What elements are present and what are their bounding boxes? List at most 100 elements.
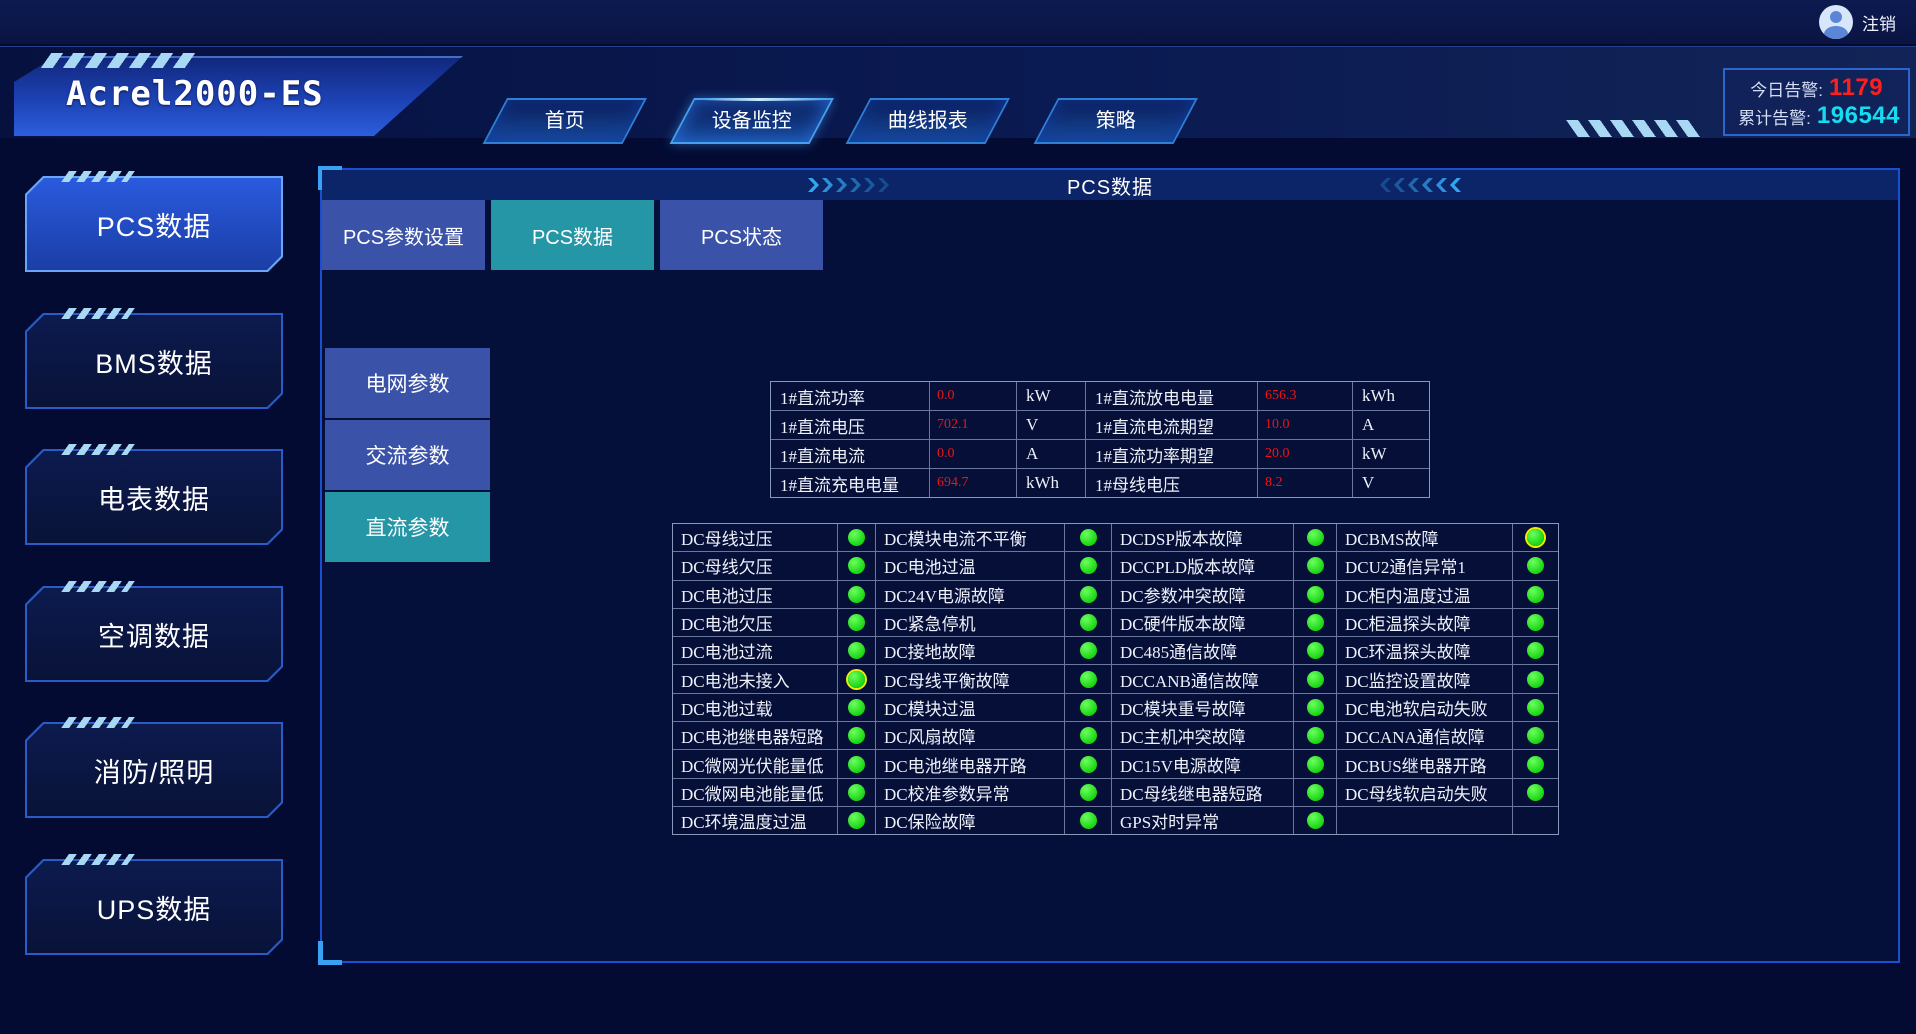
status-light-cell (1513, 722, 1558, 749)
status-light-cell (1513, 581, 1558, 608)
status-label: GPS对时异常 (1112, 807, 1293, 834)
green-light-icon (1527, 727, 1544, 744)
status-light-cell (1513, 552, 1558, 579)
status-label: DC电池未接入 (673, 665, 837, 692)
status-label: DC参数冲突故障 (1112, 581, 1293, 608)
green-light-icon (1080, 557, 1097, 574)
status-label: DC电池过载 (673, 694, 837, 721)
green-light-icon (1080, 756, 1097, 773)
dc-param-value: 656.3 (1258, 382, 1352, 410)
green-light-icon (848, 557, 865, 574)
hazard-stripes-icon (61, 444, 135, 455)
dc-param-value: 20.0 (1258, 440, 1352, 468)
status-label: DC硬件版本故障 (1112, 609, 1293, 636)
nav-tab-device-monitor[interactable]: 设备监控 (670, 98, 834, 144)
dc-param-unit: kWh (1353, 382, 1429, 410)
status-label: DC模块重号故障 (1112, 694, 1293, 721)
tab-pcs-status[interactable]: PCS状态 (660, 200, 823, 270)
sidebar-button-fire-lighting[interactable]: 消防/照明 (25, 722, 283, 818)
alarm-today-row: 今日告警: 1179 (1731, 74, 1900, 102)
tab-pcs-data[interactable]: PCS数据 (491, 200, 654, 270)
hazard-stripes-icon (41, 53, 200, 68)
sidebar-item-label: UPS数据 (27, 861, 281, 953)
sidebar-button-meter-data[interactable]: 电表数据 (25, 449, 283, 545)
status-light-cell (1065, 581, 1111, 608)
hazard-stripes-icon (61, 854, 135, 865)
dc-param-unit: V (1017, 411, 1085, 439)
status-label: DC微网光伏能量低 (673, 750, 837, 777)
sidebar-item-bms-data: BMS数据 (25, 313, 283, 409)
green-light-icon (1307, 727, 1324, 744)
green-light-icon (848, 529, 865, 546)
status-label: DC环温探头故障 (1337, 637, 1512, 664)
alarm-today-label: 今日告警: (1731, 76, 1823, 101)
corner-bracket-icon (318, 941, 342, 965)
chevrons-left-icon (1380, 178, 1461, 192)
status-label: DC电池过压 (673, 581, 837, 608)
dc-param-unit: A (1353, 411, 1429, 439)
alarm-today-value: 1179 (1829, 74, 1883, 102)
green-light-icon (1080, 614, 1097, 631)
dc-param-value: 694.7 (930, 469, 1016, 497)
chevrons-right-icon (808, 178, 889, 192)
param-button-ac-params[interactable]: 交流参数 (325, 420, 490, 490)
status-light-cell (1294, 779, 1336, 806)
content-panel: PCS数据 PCS参数设置PCS数据PCS状态 电网参数交流参数直流参数 1#直… (320, 168, 1900, 963)
status-light-cell (838, 665, 875, 692)
status-light-cell (1294, 524, 1336, 551)
green-light-icon (1307, 642, 1324, 659)
green-light-icon (1080, 812, 1097, 829)
sidebar-item-label: 空调数据 (27, 588, 281, 680)
status-label: DC24V电源故障 (876, 581, 1064, 608)
param-button-dc-params[interactable]: 直流参数 (325, 492, 490, 562)
alarm-summary: 今日告警: 1179 累计告警: 196544 (1723, 68, 1910, 136)
green-light-icon (1527, 699, 1544, 716)
sidebar-button-aircon-data[interactable]: 空调数据 (25, 586, 283, 682)
green-light-icon (848, 756, 865, 773)
logout-button[interactable]: 注销 (1819, 5, 1896, 39)
status-light-cell (1294, 807, 1336, 834)
status-label: DC电池继电器短路 (673, 722, 837, 749)
nav-tab-strategy[interactable]: 策略 (1034, 98, 1198, 144)
status-light-cell (1294, 694, 1336, 721)
green-light-icon (1080, 586, 1097, 603)
param-button-grid-params[interactable]: 电网参数 (325, 348, 490, 418)
status-light-cell (1065, 807, 1111, 834)
sidebar-button-ups-data[interactable]: UPS数据 (25, 859, 283, 955)
status-light-cell (838, 552, 875, 579)
logout-label: 注销 (1862, 10, 1896, 35)
status-label: DC电池软启动失败 (1337, 694, 1512, 721)
status-light-cell (1294, 665, 1336, 692)
green-light-icon (1080, 529, 1097, 546)
hazard-stripes-icon (61, 581, 135, 592)
status-light-cell (1065, 552, 1111, 579)
sidebar-button-pcs-data[interactable]: PCS数据 (25, 176, 283, 272)
status-light-cell (838, 637, 875, 664)
sidebar-item-pcs-data: PCS数据 (25, 176, 283, 272)
status-light-cell (1513, 779, 1558, 806)
dc-param-unit: kW (1353, 440, 1429, 468)
green-light-icon (848, 727, 865, 744)
panel-title-bar: PCS数据 (322, 170, 1898, 200)
sidebar-button-bms-data[interactable]: BMS数据 (25, 313, 283, 409)
green-light-icon (1527, 642, 1544, 659)
status-light-cell (838, 694, 875, 721)
status-label: DC母线欠压 (673, 552, 837, 579)
user-avatar-icon (1819, 5, 1853, 39)
status-label: DC母线过压 (673, 524, 837, 551)
status-label: DC微网电池能量低 (673, 779, 837, 806)
green-light-icon (1527, 586, 1544, 603)
status-label: DC接地故障 (876, 637, 1064, 664)
status-label: DCBUS继电器开路 (1337, 750, 1512, 777)
app-root: 注销 Acrel2000-ES 首页设备监控曲线报表策略 今日告警: 1179 … (0, 0, 1916, 1034)
sidebar-item-label: 电表数据 (27, 451, 281, 543)
nav-tab-home[interactable]: 首页 (483, 98, 647, 144)
tab-pcs-param-settings[interactable]: PCS参数设置 (322, 200, 485, 270)
dc-param-label: 1#直流电流 (771, 440, 929, 468)
dc-param-unit: kWh (1017, 469, 1085, 497)
status-label: DC电池继电器开路 (876, 750, 1064, 777)
status-label: DC电池欠压 (673, 609, 837, 636)
app-title: Acrel2000-ES (66, 74, 324, 114)
green-light-icon (1527, 756, 1544, 773)
nav-tab-curve-report[interactable]: 曲线报表 (846, 98, 1010, 144)
